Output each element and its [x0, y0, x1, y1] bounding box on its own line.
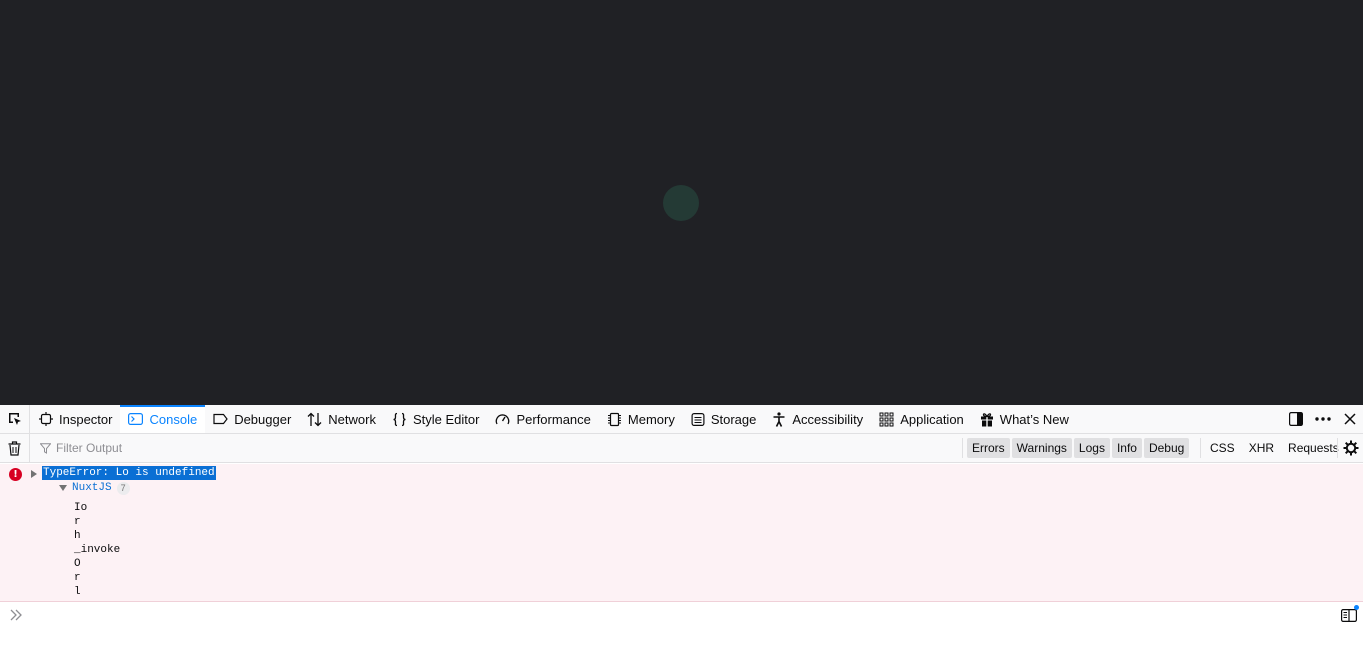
tab-label: Network	[328, 411, 376, 427]
stack-frame[interactable]: h	[74, 529, 120, 543]
application-icon	[879, 412, 894, 426]
close-icon	[1343, 413, 1356, 425]
tab-label: Style Editor	[412, 411, 480, 427]
gear-icon	[1343, 440, 1358, 456]
network-icon	[307, 412, 322, 426]
page-viewport	[0, 0, 1363, 405]
collapse-group-toggle[interactable]	[59, 485, 67, 491]
console-settings-button[interactable]	[1338, 434, 1363, 462]
tab-network[interactable]: Network	[299, 405, 384, 433]
inspector-icon	[39, 412, 53, 426]
tab-style-editor[interactable]: Style Editor	[384, 405, 487, 433]
console-icon	[128, 413, 144, 425]
tab-accessibility[interactable]: Accessibility	[764, 405, 871, 433]
filter-info-button[interactable]: Info	[1111, 438, 1142, 458]
stack-frame[interactable]: r	[74, 515, 120, 529]
tab-label: Console	[149, 411, 198, 427]
filter-output-input[interactable]	[56, 441, 936, 455]
clear-output-button[interactable]	[0, 434, 30, 462]
dock-options-button[interactable]	[1282, 405, 1309, 433]
loading-spinner	[663, 185, 699, 221]
devtools-panel: Inspector Console Debugger Network Style…	[0, 405, 1363, 661]
trash-icon	[8, 440, 21, 456]
editor-mode-toggle[interactable]	[1340, 605, 1359, 623]
console-input-row	[0, 603, 1363, 627]
filter-separator	[1200, 438, 1201, 458]
memory-icon	[607, 412, 621, 426]
toolbox-controls	[1282, 405, 1363, 433]
request-filters: CSS XHR Requests	[1204, 434, 1345, 462]
performance-icon	[496, 414, 510, 425]
filter-separator	[962, 438, 963, 458]
gift-icon	[980, 412, 993, 426]
notification-dot	[1354, 605, 1359, 610]
filter-debug-button[interactable]: Debug	[1143, 438, 1190, 458]
expand-message-toggle[interactable]	[31, 470, 37, 478]
error-icon: !	[9, 468, 22, 481]
more-options-button[interactable]	[1309, 405, 1336, 433]
stack-frame[interactable]: Io	[74, 501, 120, 515]
filter-logs-button[interactable]: Logs	[1073, 438, 1110, 458]
stack-frame[interactable]: l	[74, 585, 120, 599]
filter-css-button[interactable]: CSS	[1204, 438, 1241, 458]
stack-group[interactable]: NuxtJS 7	[59, 481, 130, 495]
console-output: ! TypeError: Lo is undefined NuxtJS 7 Io…	[0, 464, 1363, 602]
filter-errors-button[interactable]: Errors	[967, 438, 1010, 458]
stack-frames: Io r h _invoke O r l	[74, 501, 120, 599]
double-chevron-right-icon	[10, 609, 22, 621]
tab-label: Memory	[627, 411, 675, 427]
console-js-input[interactable]	[30, 606, 1330, 624]
tab-storage[interactable]: Storage	[683, 405, 765, 433]
filter-requests-button[interactable]: Requests	[1282, 438, 1345, 458]
filter-icon	[40, 442, 51, 454]
filter-warnings-button[interactable]: Warnings	[1011, 438, 1072, 458]
storage-icon	[691, 412, 705, 426]
tab-inspector[interactable]: Inspector	[31, 405, 120, 433]
stack-group-name[interactable]: NuxtJS	[72, 482, 112, 494]
style-editor-icon	[393, 412, 406, 426]
console-filter-bar: Errors Warnings Logs Info Debug CSS XHR …	[0, 434, 1363, 463]
tab-debugger[interactable]: Debugger	[205, 405, 299, 433]
tab-application[interactable]: Application	[871, 405, 972, 433]
error-message-text[interactable]: TypeError: Lo is undefined	[42, 466, 216, 480]
stack-frame[interactable]: r	[74, 571, 120, 585]
tab-label: Performance	[516, 411, 591, 427]
tab-label: Application	[900, 411, 964, 427]
stack-group-count: 7	[116, 481, 130, 495]
close-toolbox-button[interactable]	[1336, 405, 1363, 433]
tab-label: Debugger	[234, 411, 292, 427]
tab-label: Accessibility	[792, 411, 864, 427]
dock-side-icon	[1288, 412, 1303, 427]
stack-frame[interactable]: _invoke	[74, 543, 120, 557]
tab-whats-new[interactable]: What’s New	[972, 405, 1077, 433]
tab-memory[interactable]: Memory	[599, 405, 683, 433]
debugger-icon	[213, 413, 228, 425]
filter-xhr-button[interactable]: XHR	[1243, 438, 1280, 458]
filter-box	[31, 434, 961, 462]
stack-frame[interactable]: O	[74, 557, 120, 571]
accessibility-icon	[773, 411, 785, 427]
tab-label: Storage	[710, 411, 757, 427]
log-level-filters: Errors Warnings Logs Info Debug	[967, 434, 1190, 462]
tab-label: What’s New	[999, 411, 1069, 427]
element-picker-icon	[8, 413, 21, 425]
tab-console[interactable]: Console	[120, 405, 206, 433]
toolbox-tabbar: Inspector Console Debugger Network Style…	[0, 405, 1363, 434]
tab-performance[interactable]: Performance	[487, 405, 598, 433]
element-picker-button[interactable]	[0, 405, 30, 433]
tab-label: Inspector	[59, 411, 113, 427]
toolbox-tabs: Inspector Console Debugger Network Style…	[31, 405, 1077, 433]
ellipsis-icon	[1314, 417, 1331, 421]
